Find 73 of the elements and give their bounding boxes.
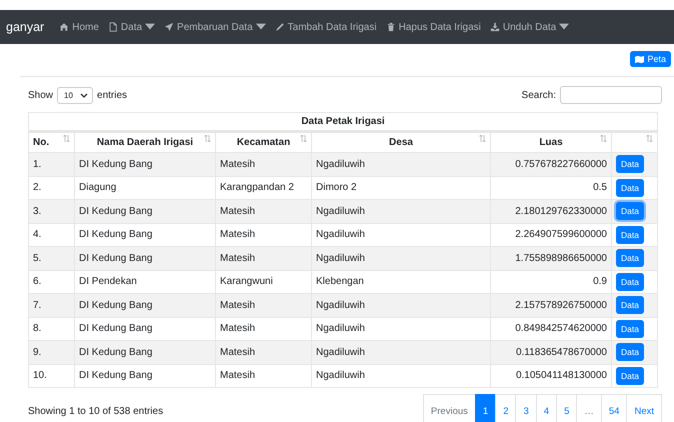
table-cell: Matesih	[216, 152, 312, 176]
table-cell: 1.755898986650000	[490, 246, 612, 270]
table-cell: Matesih	[216, 294, 312, 317]
data-button[interactable]: Data	[616, 155, 644, 174]
nav-link[interactable]: Tambah Data Irigasi	[274, 22, 377, 32]
search-field[interactable]	[560, 86, 662, 104]
pagination-button[interactable]: Next	[626, 394, 662, 422]
data-button[interactable]: Data	[616, 226, 644, 244]
nav-link[interactable]: Data	[108, 22, 156, 32]
chevron-icon	[80, 92, 88, 98]
home-icon	[59, 22, 70, 32]
data-button[interactable]: Data	[616, 320, 644, 338]
nav-link[interactable]: Unduh Data	[490, 22, 570, 32]
sort-icon	[63, 135, 70, 142]
table-cell: 10.	[28, 364, 74, 388]
table-cell: 5.	[28, 246, 74, 270]
show-label: Show	[28, 90, 54, 100]
brand-text[interactable]: ganyar	[6, 20, 44, 34]
entries-select[interactable]: 10	[57, 86, 94, 104]
download-icon	[490, 22, 500, 32]
table-cell: 9.	[28, 340, 74, 364]
table-cell: 0.105041148130000	[490, 364, 612, 388]
sort-icon	[479, 135, 486, 142]
table-cell: DI Kedung Bang	[74, 152, 216, 176]
document-icon	[108, 22, 118, 32]
data-button[interactable]: Data	[616, 272, 644, 291]
pagination-button[interactable]: 1	[474, 394, 496, 422]
sort-icon	[204, 135, 211, 142]
table-cell: 1.	[28, 152, 74, 176]
table-cell: DI Kedung Bang	[74, 294, 216, 317]
table-cell: DI Kedung Bang	[74, 340, 216, 364]
table-cell: Ngadiluwih	[312, 152, 490, 176]
table-cell: DI Kedung Bang	[74, 364, 216, 388]
table-cell: Ngadiluwih	[312, 364, 490, 388]
table-cell: 7.	[28, 294, 74, 317]
table-cell: Ngadiluwih	[312, 246, 490, 270]
data-button[interactable]: Data	[616, 343, 644, 362]
table-cell: 3.	[28, 200, 74, 223]
table-cell: Ngadiluwih	[312, 294, 490, 317]
entries-label: entries	[97, 90, 128, 100]
nav-link[interactable]: Pembaruan Data	[164, 22, 266, 32]
table-title: Data Petak Irigasi	[28, 112, 658, 132]
data-button[interactable]: Data	[616, 249, 644, 268]
table-cell: 2.180129762330000	[490, 200, 612, 223]
table-cell: Ngadiluwih	[312, 200, 490, 223]
table-cell: 2.157578926750000	[490, 294, 612, 317]
table-info: Showing 1 to 10 of 538 entries	[28, 406, 164, 416]
table-cell: Matesih	[216, 340, 312, 364]
data-button[interactable]: Data	[616, 178, 644, 197]
data-button[interactable]: Data	[616, 296, 644, 314]
paper-plane-icon	[164, 22, 174, 32]
table-cell: DI Kedung Bang	[74, 200, 216, 223]
pagination-button[interactable]: 2	[495, 394, 516, 422]
table-cell: DI Kedung Bang	[74, 246, 216, 270]
pencil-icon	[274, 22, 285, 32]
table-cell: 0.118365478670000	[490, 340, 612, 364]
sort-icon	[646, 135, 654, 142]
map-button[interactable]: Peta	[630, 51, 671, 67]
data-button[interactable]: Data	[616, 202, 644, 220]
sort-icon	[600, 135, 607, 142]
pagination-button[interactable]: Previous	[422, 394, 476, 422]
table-cell: Matesih	[216, 200, 312, 223]
sort-icon	[300, 135, 307, 142]
table-cell: Matesih	[216, 246, 312, 270]
data-button[interactable]: Data	[616, 366, 644, 385]
table-cell: Matesih	[216, 364, 312, 388]
search-label: Search:	[522, 90, 556, 100]
trash-icon	[386, 22, 396, 32]
map-icon	[635, 54, 644, 64]
nav-link[interactable]: Hapus Data Irigasi	[386, 22, 481, 32]
nav-link[interactable]: Home	[59, 22, 99, 32]
table-cell: Ngadiluwih	[312, 340, 490, 364]
table-cell: 0.757678227660000	[490, 152, 612, 176]
